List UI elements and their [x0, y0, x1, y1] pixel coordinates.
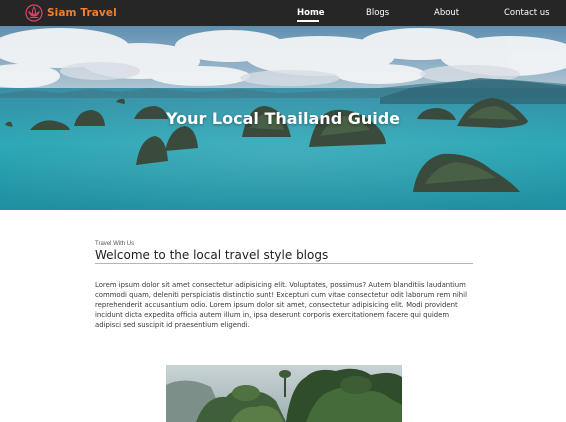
- title-divider: [95, 263, 473, 264]
- nav-blogs[interactable]: Blogs: [366, 8, 389, 18]
- nav-about[interactable]: About: [434, 8, 459, 18]
- hero-banner: Your Local Thailand Guide: [0, 26, 566, 210]
- lotus-icon: [25, 4, 43, 22]
- hero-title: Your Local Thailand Guide: [165, 109, 401, 128]
- jungle-image: [166, 365, 402, 422]
- navbar: Siam Travel Home Blogs About Contact us: [0, 0, 566, 26]
- intro-paragraph: Lorem ipsum dolor sit amet consectetur a…: [95, 281, 468, 330]
- nav-contact[interactable]: Contact us: [504, 8, 550, 18]
- section-title: Welcome to the local travel style blogs: [95, 248, 329, 262]
- brand-logo[interactable]: Siam Travel: [25, 4, 117, 22]
- section-eyebrow: Travel With Us: [95, 241, 135, 247]
- brand-name: Siam Travel: [47, 7, 117, 19]
- blog-photo: [166, 365, 402, 422]
- nav-active-indicator: [297, 20, 319, 22]
- nav-home[interactable]: Home: [297, 8, 325, 18]
